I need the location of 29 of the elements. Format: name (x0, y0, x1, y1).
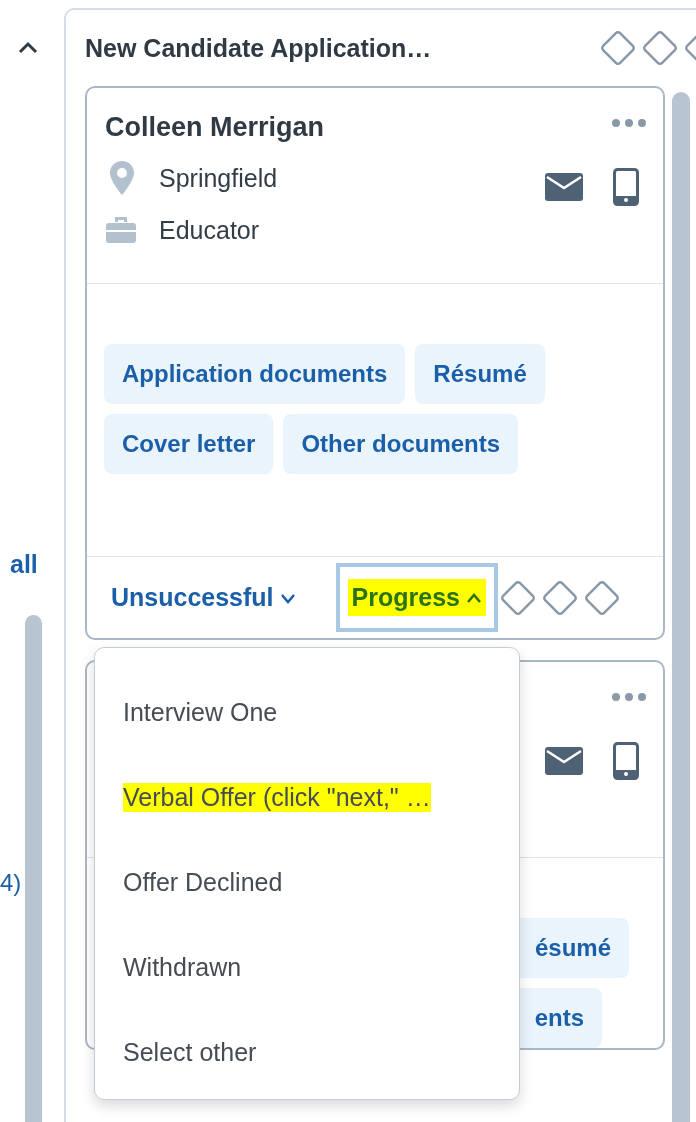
document-tag[interactable]: Other documents (283, 414, 519, 474)
chevron-up-icon (465, 591, 482, 604)
menu-item[interactable]: Interview One (95, 670, 519, 755)
mail-icon[interactable] (545, 173, 583, 201)
menu-item[interactable]: Verbal Offer (click "next," … (95, 755, 519, 840)
more-icon[interactable] (611, 118, 647, 128)
menu-item-label: Offer Declined (123, 868, 283, 897)
phone-icon[interactable] (613, 742, 639, 780)
menu-item-label: Withdrawn (123, 953, 242, 982)
scrollbar[interactable] (25, 615, 42, 1122)
location-pin-icon (109, 160, 135, 196)
count-text: 4) (0, 869, 22, 897)
document-tag[interactable]: Résumé (415, 344, 545, 404)
menu-item-label: Interview One (123, 698, 278, 727)
status-dropdown-button[interactable]: Progress (335, 563, 498, 632)
document-tag[interactable]: Cover letter (104, 414, 274, 474)
candidate-name: Colleen Merrigan (105, 112, 325, 144)
show-all-link[interactable]: all (10, 550, 38, 579)
menu-item-label: Verbal Offer (click "next," … (123, 783, 431, 812)
briefcase-icon (105, 215, 137, 245)
mail-icon[interactable] (545, 747, 583, 775)
phone-icon[interactable] (613, 168, 639, 206)
document-tag[interactable]: Application documents (104, 344, 406, 404)
location-text: Springfield (159, 163, 278, 193)
column-title: New Candidate Application… (85, 33, 432, 63)
more-icon[interactable] (611, 692, 647, 702)
menu-item-label: Select other (123, 1038, 257, 1067)
role-text: Educator (159, 215, 260, 245)
scrollbar[interactable] (672, 92, 690, 1122)
